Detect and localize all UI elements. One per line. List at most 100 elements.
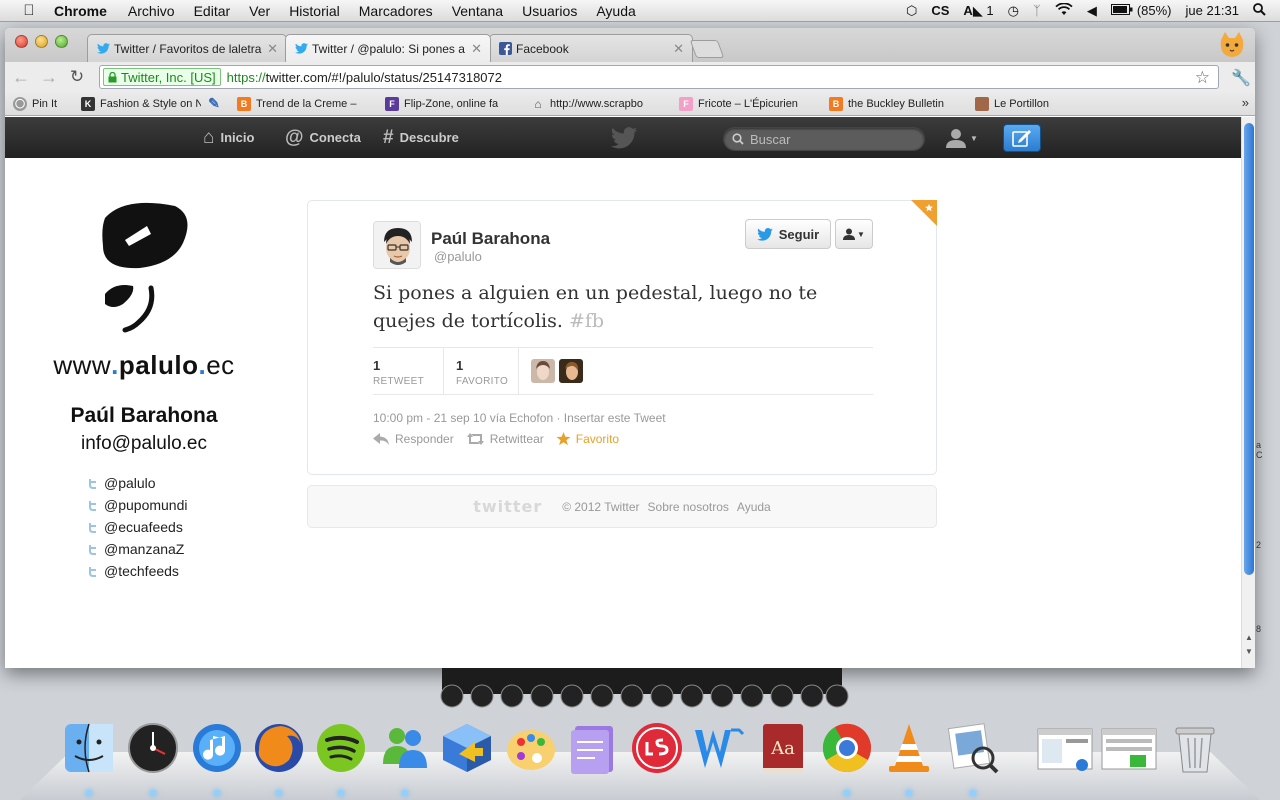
input-icon[interactable]: A◣ 1 [963, 3, 993, 19]
favorite-count[interactable]: 1 FAVORITO [444, 348, 519, 394]
footer-about-link[interactable]: Sobre nosotros [648, 500, 729, 514]
avatar[interactable] [559, 359, 583, 383]
footer-help-link[interactable]: Ayuda [737, 500, 771, 514]
firefox-icon[interactable] [250, 718, 308, 778]
page-scrollbar[interactable]: ▲ ▼ [1241, 117, 1255, 668]
itunes-icon[interactable] [188, 718, 246, 778]
tab-close-icon[interactable]: ✕ [471, 41, 482, 57]
menu-marcadores[interactable]: Marcadores [359, 3, 433, 19]
wrench-icon[interactable]: 🔧 [1231, 68, 1251, 88]
address-bar[interactable]: Twitter, Inc. [US] https://twitter.com/#… [99, 65, 1219, 89]
nav-home[interactable]: ⌂ Inicio [203, 117, 254, 158]
chrome-icon[interactable] [818, 718, 876, 778]
bookmark-item[interactable]: B Trend de la Creme – [237, 96, 373, 111]
retweet-button[interactable]: Retwittear [466, 432, 544, 446]
window-close-button[interactable] [15, 35, 28, 48]
at-icon: @ [285, 126, 304, 148]
messenger-icon[interactable] [376, 718, 434, 778]
retweet-count[interactable]: 1 RETWEET [373, 348, 444, 394]
back-icon[interactable]: ← [9, 67, 33, 88]
window-zoom-button[interactable] [55, 35, 68, 48]
dictionary-icon[interactable]: Aa [754, 718, 812, 778]
window-thumb-icon[interactable] [1100, 718, 1158, 778]
battery-icon[interactable] [1110, 3, 1133, 18]
volume-icon[interactable]: ◀ [1087, 3, 1097, 19]
bookmark-item[interactable]: ⌂ http://www.scrapbo [531, 97, 663, 111]
favorite-button[interactable]: Favorito [556, 432, 619, 446]
bookmark-star-icon[interactable]: ☆ [1195, 68, 1210, 88]
menu-archivo[interactable]: Archivo [128, 3, 175, 19]
spotify-icon[interactable] [312, 718, 370, 778]
handle-label: @techfeeds [104, 563, 179, 579]
forward-icon[interactable]: → [37, 67, 61, 88]
dashboard-icon[interactable] [124, 718, 182, 778]
bookmark-item[interactable]: Le Portillon [975, 96, 1085, 111]
bookmark-item[interactable]: ◯ Pin It [13, 96, 73, 111]
handle-item: @techfeeds [87, 560, 188, 582]
follow-button[interactable]: Seguir [745, 219, 831, 249]
bluetooth-icon[interactable]: ᛉ [1033, 3, 1041, 18]
tab-facebook[interactable]: Facebook ✕ [489, 34, 693, 62]
avatar[interactable] [373, 221, 421, 269]
user-actions-dropdown[interactable]: ▼ [835, 219, 873, 249]
lastfm-icon[interactable] [628, 718, 686, 778]
url-scheme: https:// [226, 69, 266, 85]
window-thumb-icon[interactable] [1036, 718, 1094, 778]
bookmark-item[interactable]: F Flip-Zone, online fa [385, 96, 521, 111]
clock[interactable]: jue 21:31 [1186, 3, 1240, 18]
time-machine-icon[interactable]: ◷ [1008, 3, 1019, 19]
bookmark-item[interactable]: K Fashion & Style on N [81, 96, 201, 111]
bookmarks-overflow-icon[interactable]: » [1242, 95, 1249, 110]
menu-app[interactable]: Chrome [54, 3, 107, 19]
os-icon[interactable]: CS [931, 3, 949, 18]
bookmark-item[interactable]: B the Buckley Bulletin [829, 96, 959, 111]
user-menu-button[interactable]: ▼ [945, 125, 985, 151]
scroll-up-icon[interactable]: ▲ [1245, 633, 1253, 642]
avatar[interactable] [531, 359, 555, 383]
scrollbar-thumb[interactable] [1244, 123, 1254, 575]
wifi-icon[interactable] [1055, 1, 1073, 19]
preview-icon[interactable] [944, 718, 1002, 778]
tweet-hashtag-link[interactable]: #fb [569, 310, 604, 332]
bookmark-label: Fashion & Style on N [100, 97, 201, 110]
cube-icon[interactable]: ⬡ [906, 3, 917, 19]
word-icon[interactable] [690, 718, 748, 778]
new-tab-button[interactable] [689, 40, 725, 58]
tab-favoritos[interactable]: Twitter / Favoritos de laletra ✕ [87, 34, 287, 62]
tab-close-icon[interactable]: ✕ [267, 41, 278, 57]
vlc-icon[interactable] [880, 718, 938, 778]
nav-discover[interactable]: # Descubre [383, 117, 459, 158]
globe-icon: ◯ [13, 96, 27, 111]
ev-certificate-badge[interactable]: Twitter, Inc. [US] [103, 68, 221, 86]
menu-usuarios[interactable]: Usuarios [522, 3, 577, 19]
twitter-bird-icon[interactable] [609, 127, 639, 149]
window-minimize-button[interactable] [35, 35, 48, 48]
search-input[interactable]: Buscar [723, 127, 925, 151]
notes-icon[interactable] [564, 718, 622, 778]
tab-close-icon[interactable]: ✕ [673, 41, 684, 57]
menu-ventana[interactable]: Ventana [452, 3, 503, 19]
tab-palulo-status[interactable]: Twitter / @palulo: Si pones a ✕ [285, 34, 491, 62]
finder-icon[interactable] [60, 718, 118, 778]
bookmark-item[interactable]: F Fricote – L'Épicurien [679, 96, 815, 111]
menu-ayuda[interactable]: Ayuda [596, 3, 635, 19]
apple-icon[interactable]:  [18, 2, 40, 19]
bookmark-label: Trend de la Creme – [256, 97, 357, 110]
compose-tweet-button[interactable] [1003, 124, 1041, 152]
reload-icon[interactable]: ↻ [65, 67, 89, 87]
scroll-down-icon[interactable]: ▼ [1245, 647, 1253, 656]
menu-historial[interactable]: Historial [289, 3, 340, 19]
bookmark-item[interactable]: ✎ [207, 97, 229, 111]
migration-icon[interactable] [438, 718, 496, 778]
paint-icon[interactable] [502, 718, 560, 778]
trash-icon[interactable] [1166, 718, 1224, 778]
tweet-author-username[interactable]: @palulo [434, 249, 482, 264]
reply-button[interactable]: Responder [373, 432, 454, 446]
menu-ver[interactable]: Ver [249, 3, 270, 19]
profile-cat-icon[interactable] [1217, 30, 1247, 60]
nav-connect[interactable]: @ Conecta [285, 117, 361, 158]
tweet-author-name[interactable]: Paúl Barahona [431, 229, 550, 249]
menu-editar[interactable]: Editar [194, 3, 231, 19]
spotlight-icon[interactable] [1253, 2, 1266, 19]
bookmark-label: http://www.scrapbo [550, 97, 643, 110]
